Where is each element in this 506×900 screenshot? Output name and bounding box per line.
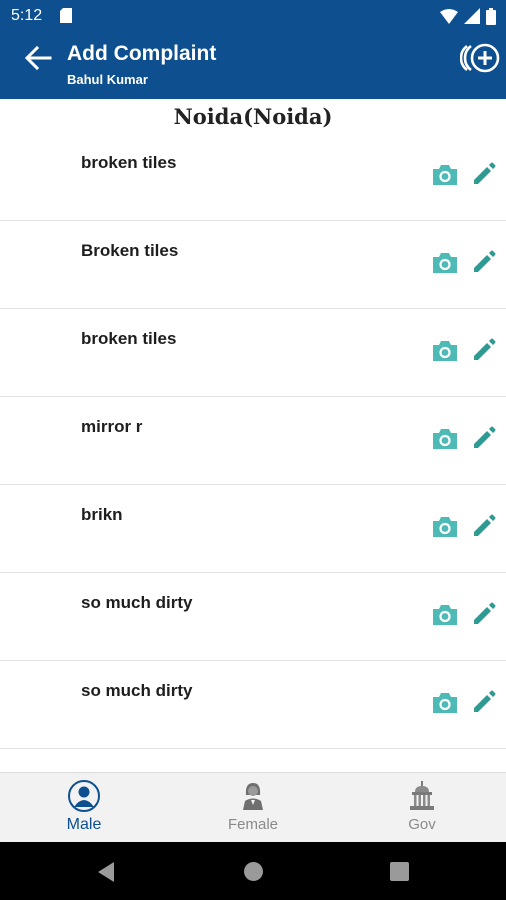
complaint-row[interactable]: so much dirty — [0, 661, 506, 749]
pencil-icon[interactable] — [471, 513, 497, 539]
complaint-row[interactable]: broken tiles — [0, 309, 506, 397]
system-back-icon[interactable] — [96, 861, 116, 883]
user-name: Bahul Kumar — [67, 72, 148, 87]
battery-icon — [486, 7, 496, 25]
page-title: Add Complaint — [67, 42, 217, 65]
camera-icon[interactable] — [431, 691, 459, 715]
camera-icon[interactable] — [431, 163, 459, 187]
sd-card-icon — [60, 8, 72, 23]
pencil-icon[interactable] — [471, 689, 497, 715]
complaint-row[interactable]: mirror r — [0, 397, 506, 485]
location-title: Noida(Noida) — [173, 104, 333, 129]
complaint-row[interactable]: Broken tiles — [0, 221, 506, 309]
complaint-list[interactable]: broken tiles Broken tiles broken tiles mirr… — [0, 133, 506, 772]
wifi-icon — [440, 8, 458, 24]
male-user-icon — [68, 780, 100, 812]
signal-icon — [464, 8, 480, 24]
complaint-text: brikn — [81, 505, 123, 524]
complaint-row[interactable]: brikn — [0, 485, 506, 573]
government-building-icon — [410, 781, 434, 810]
complaint-text: Broken tiles — [81, 241, 179, 260]
complaint-text: mirror r — [81, 417, 143, 436]
back-arrow-icon[interactable] — [22, 42, 54, 74]
pencil-icon[interactable] — [471, 249, 497, 275]
nav-male[interactable]: Male — [0, 773, 168, 843]
nav-gov-label: Gov — [408, 816, 436, 833]
complaint-row[interactable]: so much dirty — [0, 573, 506, 661]
camera-icon[interactable] — [431, 603, 459, 627]
female-user-icon — [243, 783, 263, 810]
complaint-text: so much dirty — [81, 593, 193, 612]
camera-icon[interactable] — [431, 515, 459, 539]
nav-male-label: Male — [66, 816, 102, 833]
camera-icon[interactable] — [431, 427, 459, 451]
complaint-text: broken tiles — [81, 153, 177, 172]
camera-icon[interactable] — [431, 339, 459, 363]
status-time: 5:12 — [11, 7, 43, 24]
status-bar: 5:12 — [0, 0, 506, 34]
complaint-text: so much dirty — [81, 681, 193, 700]
system-recents-icon[interactable] — [390, 862, 409, 881]
system-navigation-bar — [0, 842, 506, 900]
bottom-navigation: Male Female Gov — [0, 772, 506, 843]
pencil-icon[interactable] — [471, 337, 497, 363]
nav-female[interactable]: Female — [169, 773, 337, 843]
nav-female-label: Female — [227, 816, 279, 833]
complaint-row[interactable]: broken tiles — [0, 133, 506, 221]
nav-gov[interactable]: Gov — [338, 773, 506, 843]
pencil-icon[interactable] — [471, 601, 497, 627]
pencil-icon[interactable] — [471, 161, 497, 187]
complaint-text: broken tiles — [81, 329, 177, 348]
complaint-row[interactable]: - — [0, 749, 506, 772]
system-home-icon[interactable] — [243, 861, 264, 882]
status-icons — [440, 7, 496, 25]
app-bar: Add Complaint Bahul Kumar — [0, 34, 506, 99]
pencil-icon[interactable] — [471, 425, 497, 451]
camera-icon[interactable] — [431, 251, 459, 275]
add-complaint-icon[interactable] — [460, 40, 502, 76]
